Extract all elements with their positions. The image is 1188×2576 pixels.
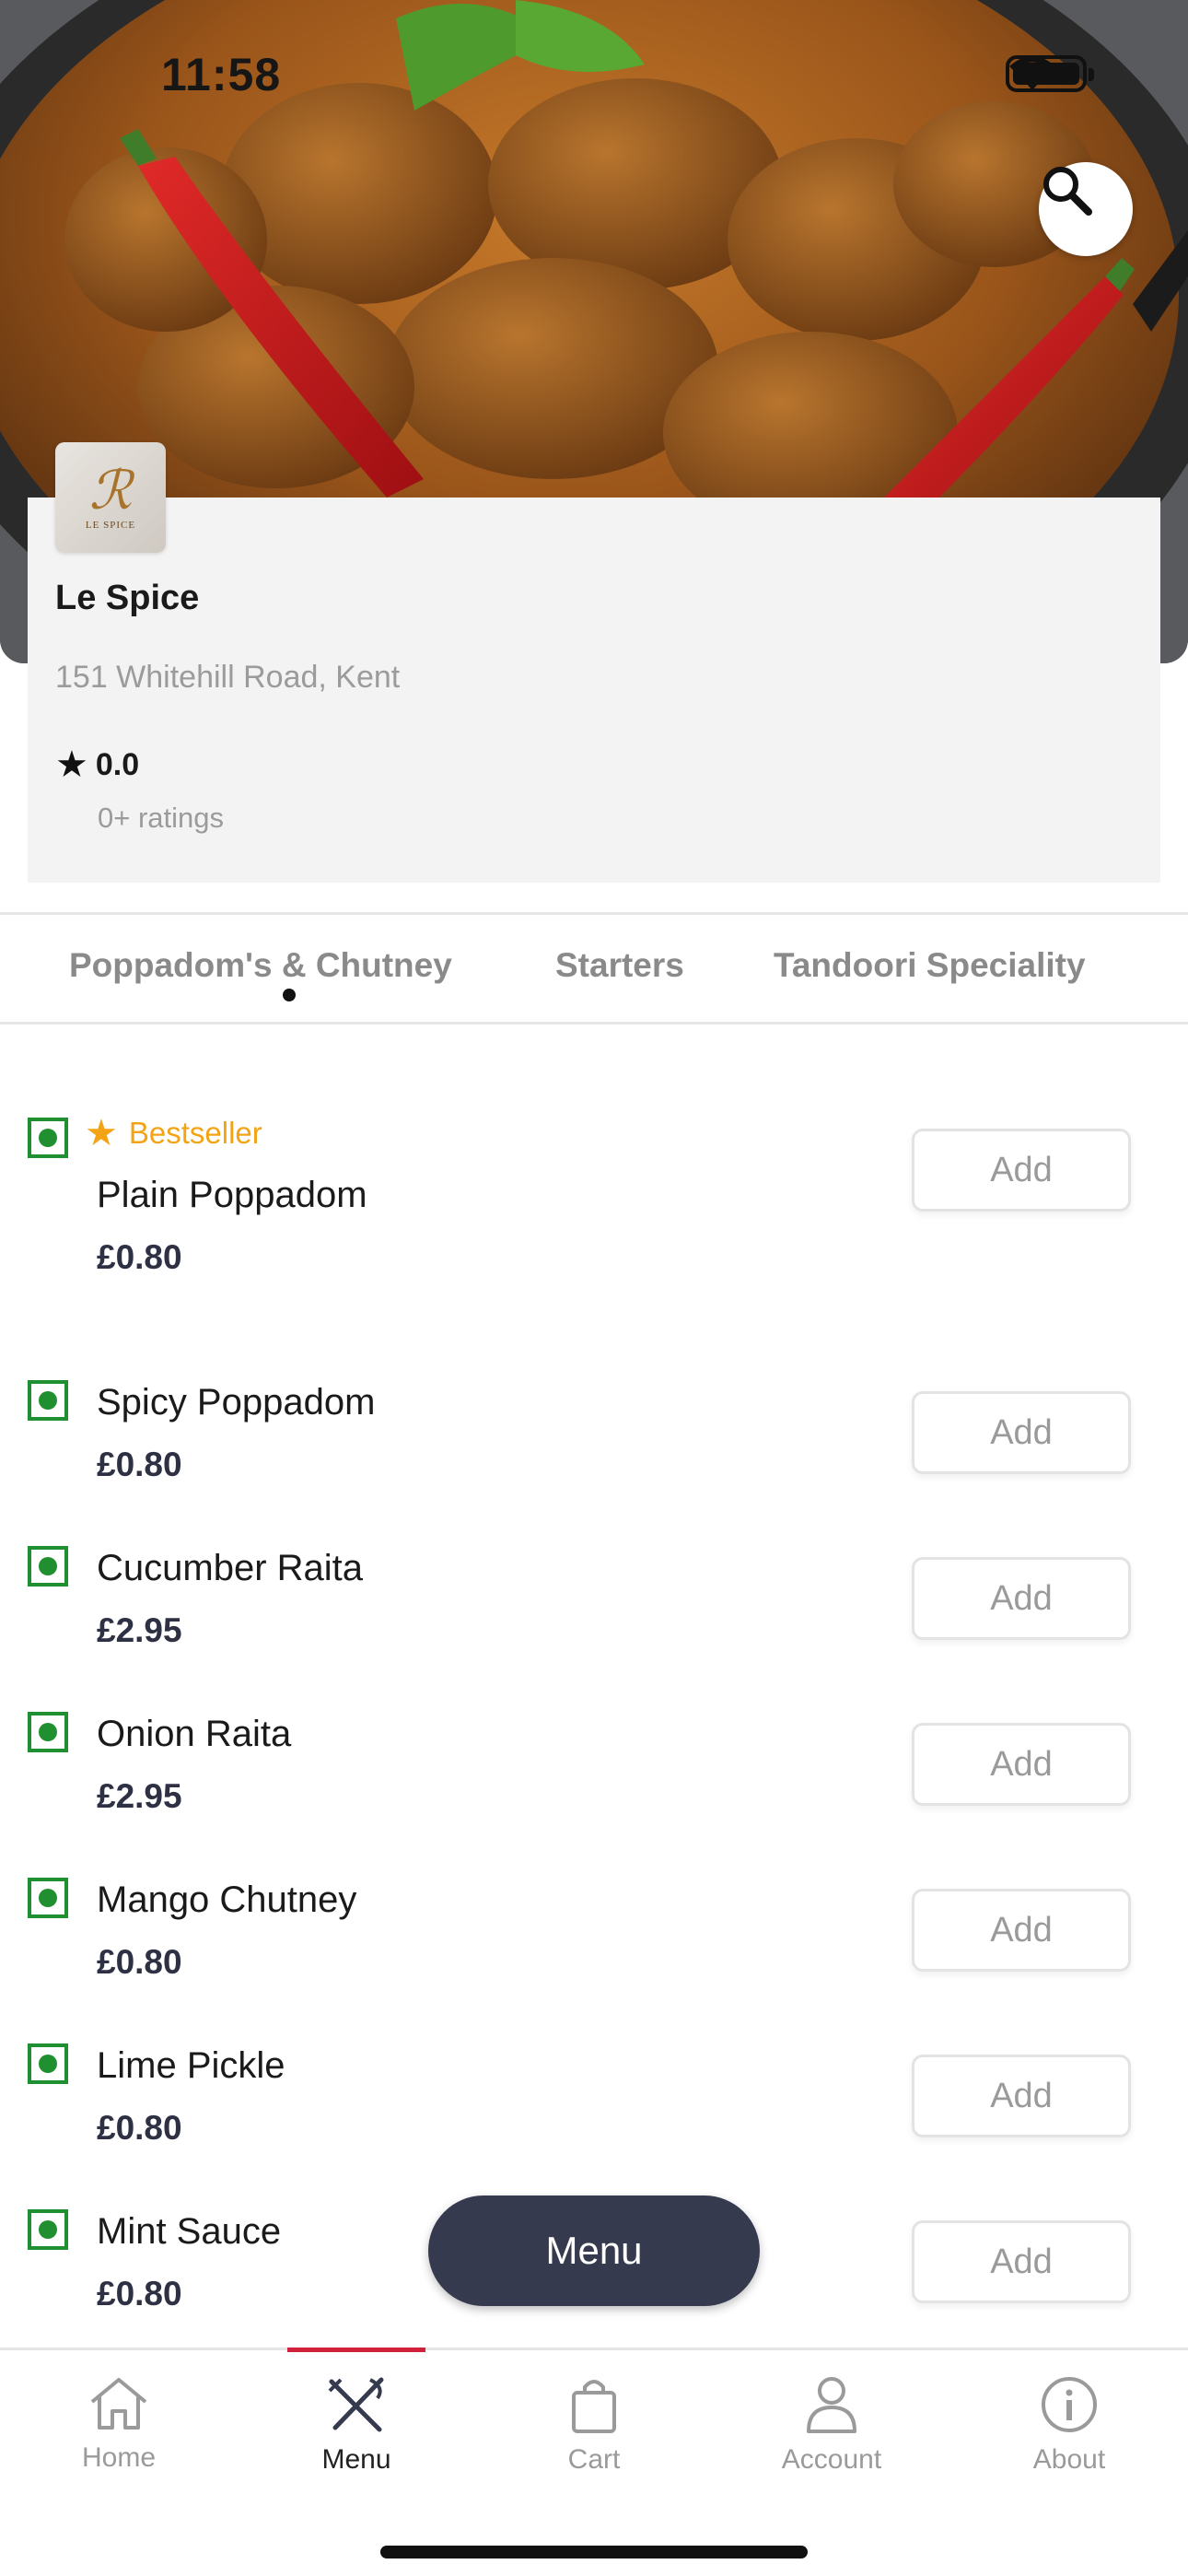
item-price: £0.80 <box>97 1943 182 1981</box>
add-button[interactable]: Add <box>912 1391 1131 1474</box>
status-time: 11:58 <box>161 49 282 100</box>
restaurant-logo: ℛ LE SPICE <box>55 442 166 553</box>
category-tabs: Poppadom's & Chutney Starters Tandoori S… <box>0 912 1188 1025</box>
bottom-nav: Home Menu Cart Account About <box>0 2348 1188 2576</box>
rating-row: ★ 0.0 <box>55 746 139 783</box>
item-name: Cucumber Raita <box>97 1548 364 1588</box>
restaurant-info-card: ℛ LE SPICE Le Spice 151 Whitehill Road, … <box>28 442 1160 883</box>
star-icon: ★ <box>55 744 88 785</box>
nav-label: Home <box>81 2442 157 2473</box>
item-price: £0.80 <box>97 1446 182 1483</box>
rating-value: 0.0 <box>95 746 140 782</box>
veg-icon <box>28 1546 68 1587</box>
status-icons <box>1006 55 1094 92</box>
nav-account[interactable]: Account <box>713 2350 950 2507</box>
add-button[interactable]: Add <box>912 1723 1131 1806</box>
item-name: Lime Pickle <box>97 2045 285 2086</box>
nav-label: Menu <box>321 2444 391 2475</box>
veg-icon <box>28 1712 68 1752</box>
bestseller-label: Bestseller <box>128 1116 262 1150</box>
nav-label: About <box>1032 2444 1106 2475</box>
restaurant-name: Le Spice <box>55 579 200 617</box>
item-name: Onion Raita <box>97 1714 292 1754</box>
tab-poppadoms-chutney[interactable]: Poppadom's & Chutney <box>69 946 452 985</box>
bag-icon <box>572 2380 616 2433</box>
item-price: £2.95 <box>97 1777 182 1815</box>
home-indicator <box>380 2546 808 2558</box>
bestseller-badge: ★ Bestseller <box>85 1115 262 1152</box>
logo-text: LE SPICE <box>85 520 136 531</box>
nav-cart[interactable]: Cart <box>475 2350 713 2507</box>
bestseller-star-icon: ★ <box>85 1113 118 1153</box>
nav-label: Cart <box>567 2444 621 2475</box>
nav-label: Account <box>781 2444 882 2475</box>
person-icon <box>807 2377 856 2433</box>
search-icon <box>1043 167 1092 216</box>
floating-menu-button[interactable]: Menu <box>428 2195 760 2306</box>
fork-knife-icon <box>328 2377 384 2432</box>
veg-icon <box>28 1118 68 1158</box>
restaurant-address: 151 Whitehill Road, Kent <box>55 660 401 695</box>
item-name: Mint Sauce <box>97 2211 282 2252</box>
add-button[interactable]: Add <box>912 2055 1131 2137</box>
veg-icon <box>28 2209 68 2250</box>
active-tab-indicator <box>283 989 296 1001</box>
veg-icon <box>28 1878 68 1918</box>
nav-home[interactable]: Home <box>0 2350 238 2507</box>
add-button[interactable]: Add <box>912 1129 1131 1212</box>
item-name: Plain Poppadom <box>97 1175 367 1215</box>
item-name: Spicy Poppadom <box>97 1382 376 1423</box>
home-icon <box>90 2378 147 2430</box>
nav-about[interactable]: About <box>950 2350 1188 2507</box>
info-icon <box>1042 2377 1097 2432</box>
veg-icon <box>28 1380 68 1421</box>
veg-icon <box>28 2043 68 2084</box>
add-button[interactable]: Add <box>912 1889 1131 1972</box>
ratings-count: 0+ ratings <box>98 802 225 834</box>
add-button[interactable]: Add <box>912 1557 1131 1640</box>
nav-menu[interactable]: Menu <box>238 2350 475 2507</box>
tab-tandoori-speciality[interactable]: Tandoori Speciality <box>774 946 1086 985</box>
item-price: £0.80 <box>97 2109 182 2147</box>
search-button[interactable] <box>1039 162 1133 256</box>
app-screen: 11:58 ℛ LE SPICE Le Spice 151 Whitehill … <box>0 0 1188 2576</box>
add-button[interactable]: Add <box>912 2220 1131 2303</box>
item-price: £2.95 <box>97 1611 182 1649</box>
item-name: Mango Chutney <box>97 1879 357 1920</box>
item-price: £0.80 <box>97 2275 182 2313</box>
item-price: £0.80 <box>97 1238 182 1276</box>
battery-icon <box>1006 55 1094 92</box>
logo-mark: ℛ <box>88 461 133 521</box>
tab-starters[interactable]: Starters <box>555 946 684 985</box>
